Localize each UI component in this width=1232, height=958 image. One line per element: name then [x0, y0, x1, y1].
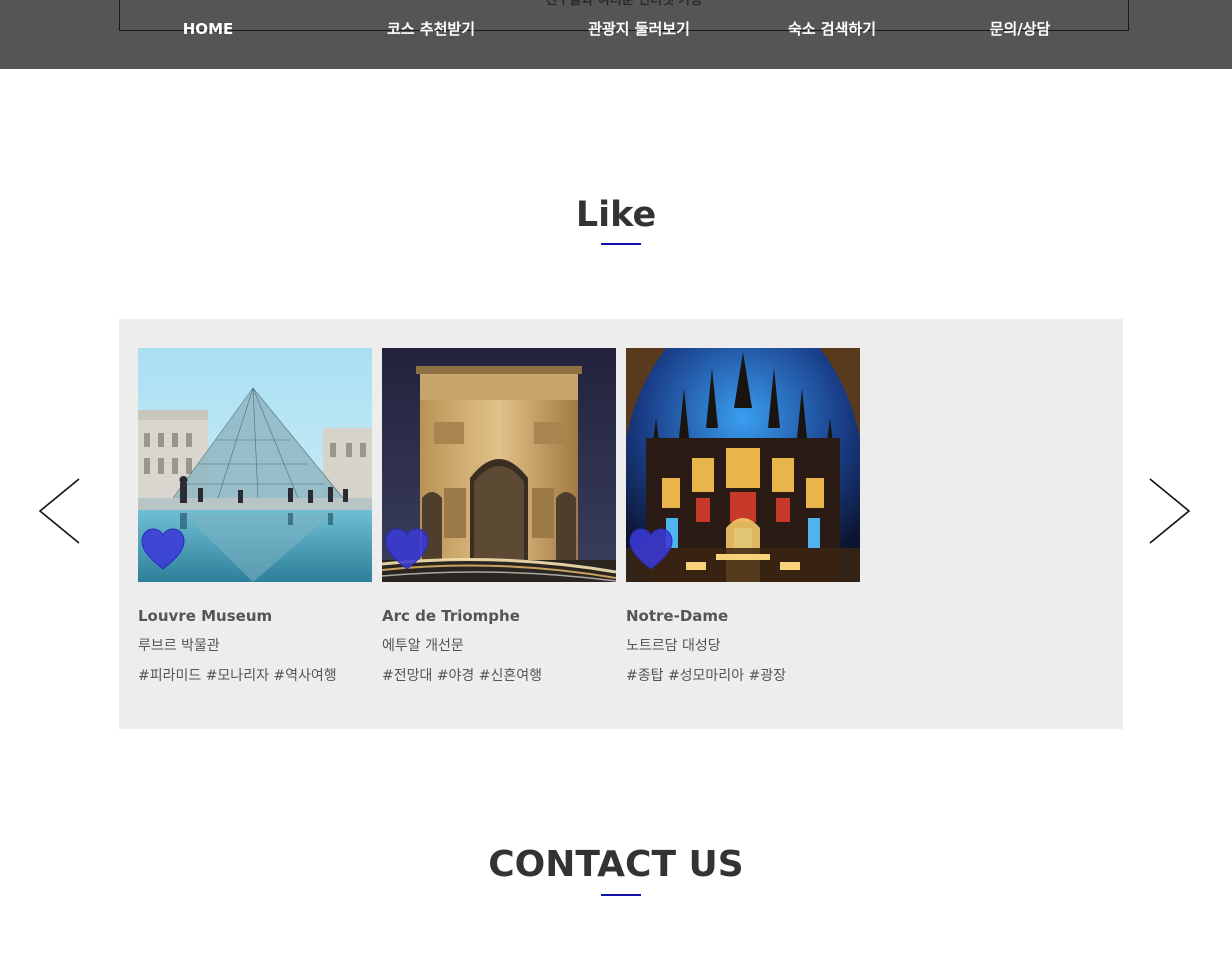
card-tags: #피라미드 #모나리자 #역사여행 — [138, 668, 337, 684]
nav-home[interactable]: HOME — [183, 18, 233, 40]
nav-contact[interactable]: 문의/상담 — [990, 18, 1051, 40]
notre-dame-interior-photo[interactable] — [626, 348, 860, 582]
heart-icon[interactable] — [141, 528, 185, 572]
arc-de-triomphe-photo[interactable] — [382, 348, 616, 582]
nav-attractions[interactable]: 관광지 둘러보기 — [588, 18, 690, 40]
nav-course-recommend[interactable]: 코스 추천받기 — [387, 18, 475, 40]
card-tags: #종탑 #성모마리아 #광장 — [626, 668, 787, 684]
top-navigation-bar: 친구들과 여러분 인터넷 가능 HOME 코스 추천받기 관광지 둘러보기 숙소… — [0, 0, 1232, 69]
chevron-left-icon — [38, 478, 80, 544]
card-tags: #전망대 #야경 #신혼여행 — [382, 668, 543, 684]
card-title: Arc de Triomphe — [382, 607, 520, 625]
like-section-title: Like — [575, 195, 657, 235]
like-title-underline — [601, 243, 641, 245]
louvre-pyramid-photo[interactable] — [138, 348, 372, 582]
card-title: Notre-Dame — [626, 607, 729, 625]
carousel-next-button[interactable] — [1148, 478, 1192, 544]
like-carousel: Louvre Museum 루브르 박물관 #피라미드 #모나리자 #역사여행 — [119, 319, 1123, 729]
card-korean-name: 노트르담 대성당 — [626, 638, 721, 654]
card-korean-name: 루브르 박물관 — [138, 638, 220, 654]
card-title: Louvre Museum — [138, 607, 273, 625]
heart-icon[interactable] — [629, 528, 673, 572]
like-card-louvre[interactable]: Louvre Museum 루브르 박물관 #피라미드 #모나리자 #역사여행 — [138, 348, 372, 687]
chevron-right-icon — [1149, 478, 1191, 544]
carousel-prev-button[interactable] — [38, 478, 82, 544]
like-card-notre-dame[interactable]: Notre-Dame 노트르담 대성당 #종탑 #성모마리아 #광장 — [626, 348, 860, 687]
heart-icon[interactable] — [385, 528, 429, 572]
contact-section-title: CONTACT US — [488, 844, 744, 885]
contact-title-underline — [601, 894, 641, 896]
top-banner-text: 친구들과 여러분 인터넷 가능 — [545, 0, 703, 8]
card-korean-name: 에투알 개선문 — [382, 638, 464, 654]
nav-lodging-search[interactable]: 숙소 검색하기 — [788, 18, 876, 40]
like-card-arc-de-triomphe[interactable]: Arc de Triomphe 에투알 개선문 #전망대 #야경 #신혼여행 — [382, 348, 616, 687]
